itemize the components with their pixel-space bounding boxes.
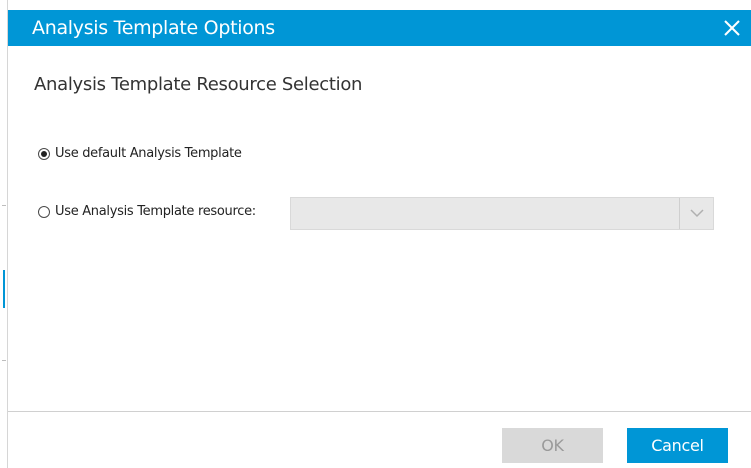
close-icon[interactable] xyxy=(717,13,747,43)
analysis-template-options-dialog: Analysis Template Options Analysis Templ… xyxy=(0,0,751,468)
dialog-titlebar: Analysis Template Options xyxy=(8,10,751,46)
resource-template-label[interactable]: Use Analysis Template resource: xyxy=(55,204,256,219)
background-window-edge xyxy=(0,0,8,468)
template-resource-select[interactable] xyxy=(290,197,714,230)
background-divider xyxy=(2,205,6,206)
resource-template-option[interactable]: Use Analysis Template resource: xyxy=(38,204,256,219)
default-template-label[interactable]: Use default Analysis Template xyxy=(55,146,242,161)
chevron-down-icon[interactable] xyxy=(679,198,713,229)
ok-button[interactable]: OK xyxy=(502,428,603,463)
default-template-radio[interactable] xyxy=(38,147,50,160)
default-template-option[interactable]: Use default Analysis Template xyxy=(38,146,242,161)
dialog-title: Analysis Template Options xyxy=(32,17,275,39)
footer-divider xyxy=(8,411,751,412)
cancel-button[interactable]: Cancel xyxy=(627,428,728,463)
section-title: Analysis Template Resource Selection xyxy=(34,74,363,95)
background-accent-marker xyxy=(3,270,5,308)
resource-template-radio[interactable] xyxy=(38,205,50,218)
background-divider xyxy=(2,360,6,361)
